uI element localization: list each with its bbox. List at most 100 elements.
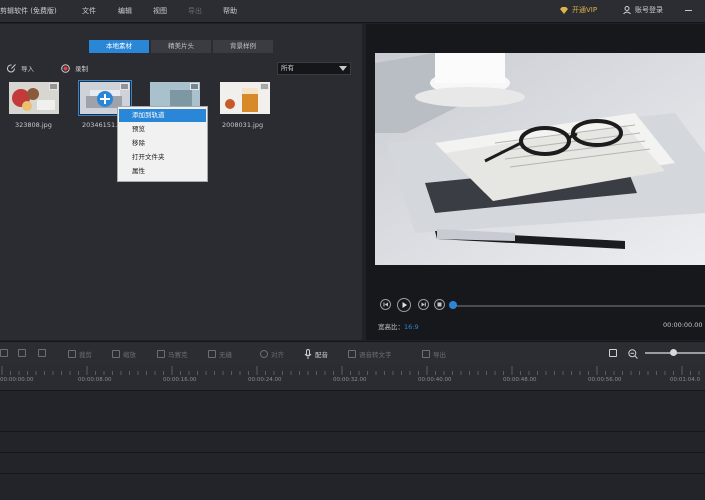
tick-label: 00:00:40.00 (418, 377, 452, 383)
menu-view[interactable]: 视图 (153, 6, 167, 16)
export-tool[interactable]: 导出 (422, 349, 446, 359)
mosaic-tool[interactable]: 马赛克 (157, 349, 188, 359)
skip-forward-icon (421, 302, 426, 307)
context-add-to-track[interactable]: 添加到轨道 (119, 109, 206, 122)
menu-edit[interactable]: 编辑 (118, 6, 132, 16)
import-icon (7, 63, 16, 72)
microphone-icon (304, 349, 312, 359)
user-icon (623, 6, 631, 14)
zoom-tool[interactable]: 缩放 (112, 349, 136, 359)
split-tool[interactable] (18, 349, 26, 357)
seamless-icon (208, 350, 216, 358)
tick-label: 00:01:04.0 (670, 377, 700, 383)
aspect-ratio[interactable]: 宽高比：16:9 (378, 321, 419, 331)
trash-icon (38, 349, 46, 357)
tab-backgrounds[interactable]: 背景样例 (213, 40, 273, 53)
edit-toolbar: 裁剪 缩放 马赛克 无缝 对齐 配音 语音转文字 导出 (0, 341, 705, 365)
tick-label: 00:00:32.00 (333, 377, 367, 383)
media-thumb[interactable] (9, 82, 59, 114)
tool-label: 配音 (315, 351, 328, 359)
tick-label: 00:00:08.00 (78, 377, 112, 383)
media-panel: 本地素材 精美片头 背景样例 导入 录制 所有 323808.jpg 20346… (0, 24, 362, 340)
tool-label: 导出 (433, 351, 446, 359)
mosaic-icon (157, 350, 165, 358)
media-thumb[interactable] (220, 82, 270, 114)
play-button[interactable] (397, 298, 411, 312)
fit-timeline-button[interactable] (609, 349, 617, 357)
crop-icon (68, 350, 76, 358)
vip-label: 开通VIP (572, 6, 598, 14)
tick-label: 00:00:16.00 (163, 377, 197, 383)
scissors-icon (18, 349, 26, 357)
media-type-icon (49, 83, 58, 90)
tick-label: 00:00:56.00 (588, 377, 622, 383)
media-name: 323808.jpg (15, 121, 52, 129)
aspect-ratio-value: 16:9 (404, 323, 419, 331)
menu-file[interactable]: 文件 (82, 6, 96, 16)
delete-icon (0, 349, 8, 357)
tab-intros[interactable]: 精美片头 (151, 40, 211, 53)
context-menu: 添加到轨道 预览 移除 打开文件夹 属性 (117, 106, 208, 182)
context-open-folder[interactable]: 打开文件夹 (119, 151, 206, 164)
prev-frame-button[interactable] (380, 299, 391, 310)
context-properties[interactable]: 属性 (119, 165, 206, 178)
crop-tool[interactable]: 裁剪 (68, 349, 92, 359)
timeline-track-video[interactable] (0, 391, 705, 432)
delete-tool[interactable] (0, 349, 8, 357)
timeline-track[interactable] (0, 453, 705, 474)
menu-bar: 剪辑软件 (免费版) 文件 编辑 视图 导出 帮助 开通VIP 账号登录 (0, 0, 705, 23)
minimize-button[interactable] (684, 4, 694, 14)
export-icon (422, 350, 430, 358)
tool-label: 无缝 (219, 351, 232, 359)
media-name: 2008031.jpg (222, 121, 264, 129)
zoom-out-button[interactable] (628, 349, 638, 359)
stop-icon (437, 302, 442, 307)
clock-icon (260, 350, 268, 358)
vip-button[interactable]: 开通VIP (560, 5, 597, 15)
app-title: 剪辑软件 (免费版) (0, 7, 57, 15)
tick-label: 00:00:00.00 (0, 377, 34, 383)
media-filter-select[interactable]: 所有 (277, 62, 351, 75)
record-button[interactable]: 录制 (61, 63, 88, 73)
import-label: 导入 (21, 65, 34, 73)
tick-label: 00:00:24.00 (248, 377, 282, 383)
tool-label: 语音转文字 (359, 351, 392, 359)
align-tool[interactable]: 对齐 (260, 349, 284, 359)
media-type-icon (190, 83, 199, 90)
preview-image (375, 53, 705, 265)
import-button[interactable]: 导入 (7, 63, 34, 73)
speech-text-icon (348, 350, 356, 358)
context-remove[interactable]: 移除 (119, 137, 206, 150)
trash-tool[interactable] (38, 349, 46, 357)
play-icon (402, 302, 407, 308)
context-preview[interactable]: 预览 (119, 123, 206, 136)
tool-label: 对齐 (271, 351, 284, 359)
timecode: 00:00:00.00 (663, 321, 703, 329)
record-icon (61, 63, 70, 73)
preview-canvas (375, 53, 705, 265)
speech-to-text-tool[interactable]: 语音转文字 (348, 349, 392, 359)
dub-tool[interactable]: 配音 (304, 349, 328, 359)
seek-handle[interactable] (449, 301, 457, 309)
timeline-track[interactable] (0, 474, 705, 500)
zoom-frame-icon (112, 350, 120, 358)
filter-value: 所有 (281, 64, 294, 72)
seamless-tool[interactable]: 无缝 (208, 349, 232, 359)
timeline-ruler[interactable]: 00:00:00.00 00:00:08.00 00:00:16.00 00:0… (0, 364, 705, 391)
media-type-icon (260, 83, 269, 90)
login-button[interactable]: 账号登录 (623, 5, 663, 15)
diamond-icon (560, 6, 568, 14)
menu-export[interactable]: 导出 (188, 6, 202, 16)
zoom-out-icon (628, 349, 638, 359)
timeline-zoom-handle[interactable] (670, 349, 677, 356)
menu-help[interactable]: 帮助 (223, 6, 237, 16)
next-frame-button[interactable] (418, 299, 429, 310)
record-label: 录制 (75, 65, 88, 73)
tab-local-media[interactable]: 本地素材 (89, 40, 149, 53)
stop-button[interactable] (434, 299, 445, 310)
seek-bar[interactable] (453, 305, 705, 307)
tool-label: 马赛克 (168, 351, 188, 359)
fit-icon (609, 349, 617, 357)
timeline-track[interactable] (0, 432, 705, 453)
login-label: 账号登录 (635, 6, 663, 14)
